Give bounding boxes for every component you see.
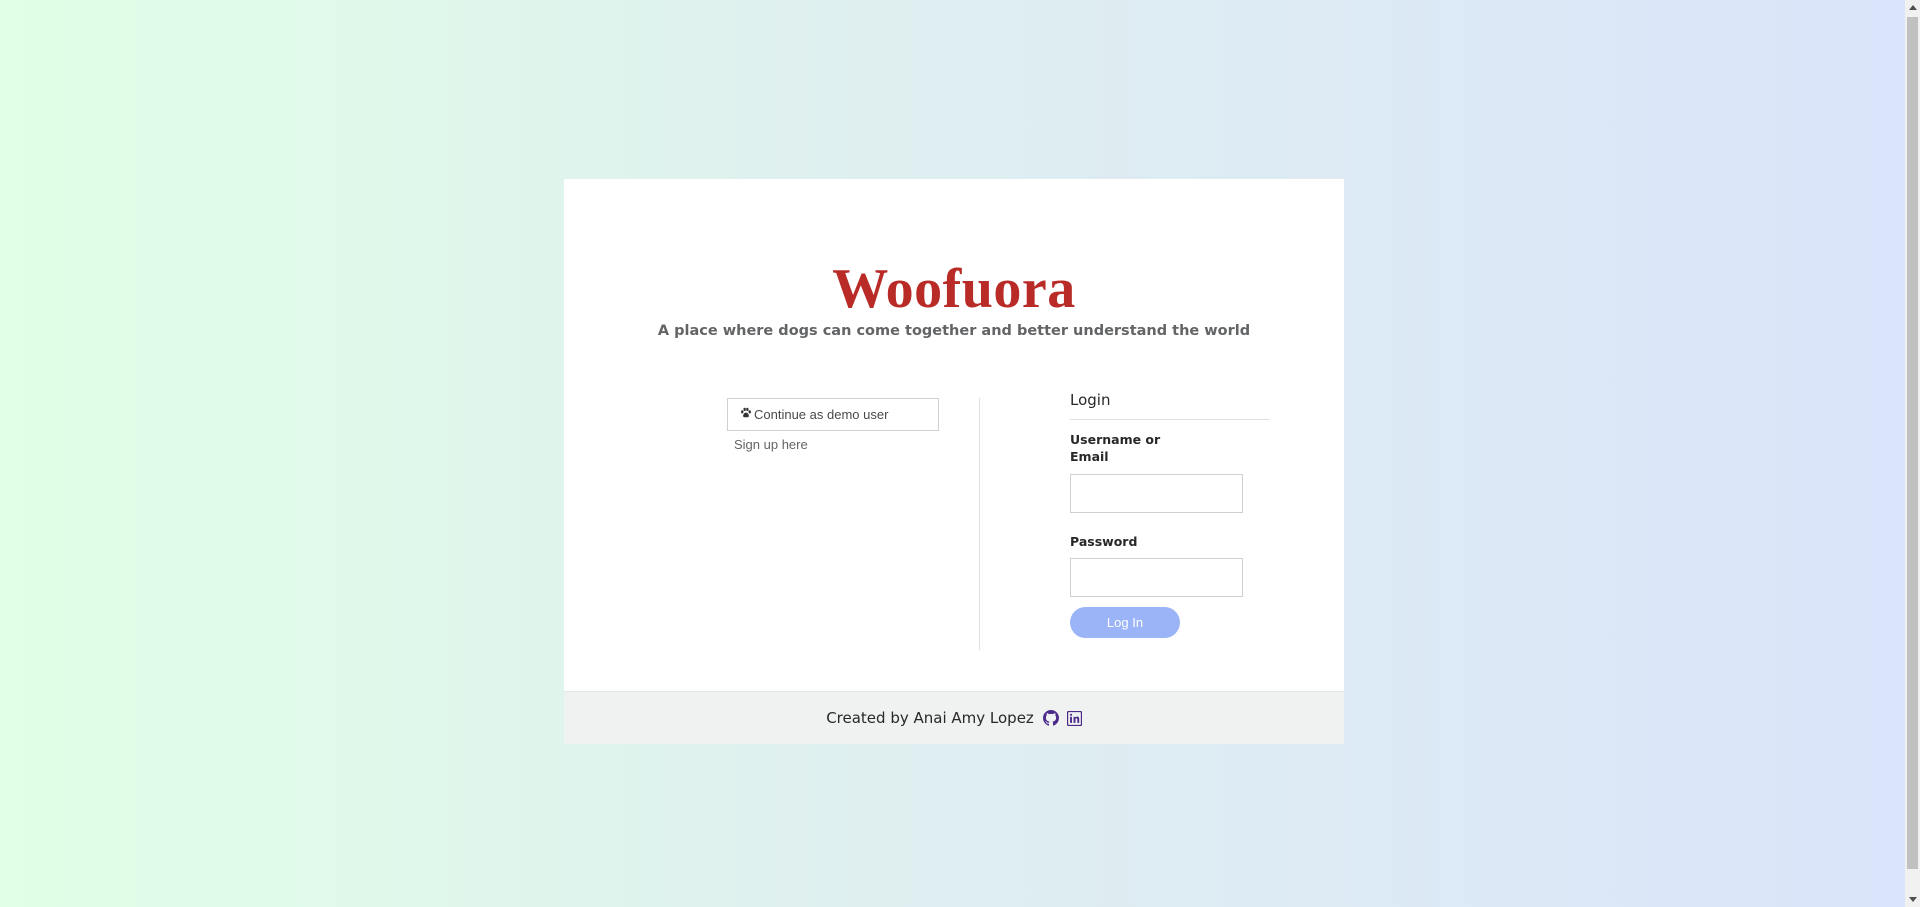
paw-icon: [740, 407, 754, 422]
alt-auth-panel: Continue as demo user Sign up here: [727, 398, 939, 452]
password-label: Password: [1070, 534, 1138, 549]
login-form: Login Username or Email Password Log In: [1070, 390, 1270, 638]
login-button[interactable]: Log In: [1070, 607, 1180, 638]
login-heading-rule: [1070, 419, 1270, 420]
column-divider: [979, 398, 980, 650]
demo-user-label: Continue as demo user: [754, 407, 889, 422]
login-card: Woofuora A place where dogs can come tog…: [564, 179, 1344, 691]
scroll-down-icon[interactable]: [1905, 892, 1920, 907]
vertical-scrollbar[interactable]: [1905, 0, 1920, 907]
linkedin-icon[interactable]: [1066, 710, 1082, 726]
app-title: Woofuora: [832, 258, 1076, 320]
github-icon[interactable]: [1042, 710, 1059, 726]
username-label: Username or Email: [1070, 432, 1161, 464]
signup-link[interactable]: Sign up here: [734, 437, 939, 452]
login-heading: Login: [1070, 391, 1111, 409]
scroll-up-icon[interactable]: [1905, 0, 1920, 15]
demo-user-button[interactable]: Continue as demo user: [727, 398, 939, 431]
footer-credit: Created by Anai Amy Lopez: [826, 709, 1034, 727]
scrollbar-thumb[interactable]: [1907, 17, 1918, 869]
username-input[interactable]: [1070, 474, 1243, 513]
password-input[interactable]: [1070, 558, 1243, 597]
app-tagline: A place where dogs can come together and…: [657, 323, 1251, 339]
footer: Created by Anai Amy Lopez: [564, 691, 1344, 744]
